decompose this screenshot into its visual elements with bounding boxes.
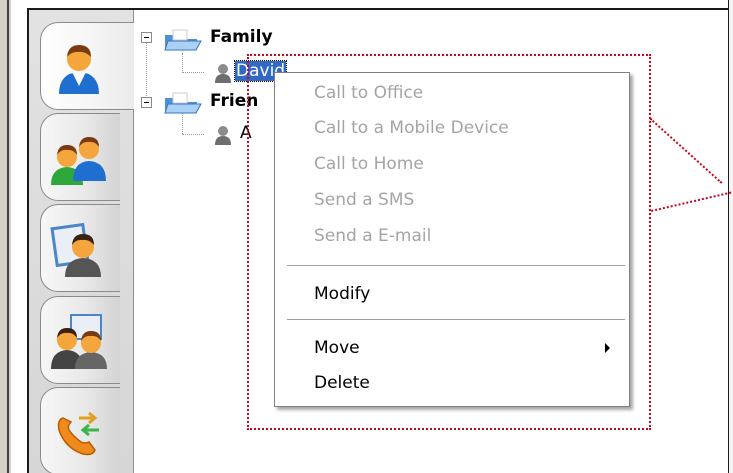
context-menu: Call to Office Call to a Mobile Device C…	[274, 72, 630, 407]
menu-item-move[interactable]: Move	[276, 332, 628, 364]
tree-collapse-toggle[interactable]	[141, 32, 152, 43]
submenu-arrow-icon	[605, 343, 610, 353]
menu-item-move-label: Move	[314, 338, 360, 358]
tab-contacts[interactable]	[40, 22, 134, 110]
window-right-frame	[728, 0, 733, 473]
menu-item-send-sms[interactable]: Send a SMS	[276, 184, 628, 216]
tab-shared-contacts[interactable]	[40, 296, 120, 384]
tab-call-transfer[interactable]	[40, 387, 120, 473]
menu-item-call-office[interactable]: Call to Office	[276, 77, 628, 109]
folder-icon	[164, 92, 202, 114]
menu-item-send-email[interactable]: Send a E-mail	[276, 220, 628, 252]
menu-separator	[287, 319, 625, 321]
shared-contacts-icon	[51, 314, 107, 369]
menu-item-modify[interactable]: Modify	[276, 278, 628, 310]
menu-separator	[287, 265, 625, 267]
tree-guide-line	[182, 134, 204, 135]
tree-guide-line	[182, 72, 204, 73]
contact-icon	[215, 126, 231, 145]
window-left-frame	[0, 0, 11, 473]
contact-person-icon	[59, 45, 99, 94]
contact-icon	[215, 64, 231, 83]
tree-guide-line	[182, 53, 183, 73]
tree-collapse-toggle[interactable]	[141, 97, 152, 108]
menu-item-call-mobile[interactable]: Call to a Mobile Device	[276, 112, 628, 144]
call-transfer-icon	[57, 411, 99, 456]
menu-item-delete[interactable]: Delete	[276, 367, 628, 399]
tab-groups[interactable]	[40, 113, 120, 201]
address-book-icon	[50, 222, 101, 277]
window-left-border	[7, 0, 9, 473]
tree-group-label[interactable]: Family	[210, 27, 273, 47]
contact-group-icon	[51, 137, 106, 185]
folder-icon	[164, 29, 202, 51]
menu-item-call-home[interactable]: Call to Home	[276, 148, 628, 180]
tab-address-book[interactable]	[40, 204, 120, 292]
